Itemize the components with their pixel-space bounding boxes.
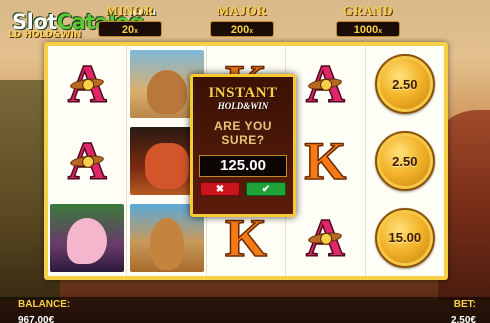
reel-cell: 2.50 [366, 46, 444, 123]
game-logo-sub: LD HOLD&WIN [8, 30, 82, 40]
bottom-bar: BALANCE: 967.00€ BET: 2.50€ [0, 297, 490, 323]
balance-display: BALANCE: 967.00€ [18, 299, 70, 323]
coin-value: 2.50 [392, 76, 418, 92]
jackpot-major-value: 200x [210, 21, 274, 37]
lizard-figure [144, 143, 189, 189]
cancel-button[interactable]: ✖ [200, 182, 240, 196]
balance-label: BALANCE: [18, 299, 71, 310]
jackpot-grand: GRAND 1000x [333, 3, 403, 41]
reel-5: 2.50 2.50 15.00 [366, 46, 444, 276]
instant-hold-win-dialog: INSTANT HOLD&WIN ARE YOU SURE? 125.00 ✖ … [190, 74, 296, 217]
symbol-cockatoo-icon [50, 203, 125, 272]
coin-symbol: 2.50 [374, 131, 435, 191]
jackpot-major-label: MAJOR [216, 3, 268, 18]
reel-1: AA [48, 46, 128, 276]
check-icon: ✔ [261, 184, 271, 195]
jackpot-major: MAJOR 200x [207, 3, 277, 41]
dialog-amount: 125.00 [199, 155, 287, 177]
dialog-question-line2: SURE? [221, 133, 265, 147]
reel-cell: A [286, 46, 364, 123]
dialog-subtitle: HOLD&WIN [217, 101, 269, 111]
reel-cell: K [286, 123, 364, 200]
bet-display: BET: 2.50€ [451, 299, 476, 323]
cockatoo-figure [67, 217, 108, 264]
dialog-title: INSTANT [208, 85, 278, 101]
jackpot-grand-label: GRAND [342, 3, 394, 18]
symbol-k: K [304, 131, 348, 191]
kangaroo-figure [149, 217, 184, 270]
dialog-buttons: ✖ ✔ [193, 182, 293, 196]
confirm-button[interactable]: ✔ [246, 182, 286, 196]
top-bar: SlotCatalog .com LD HOLD&WIN MINOR 20x M… [0, 0, 490, 42]
symbol-k: K [224, 207, 268, 268]
reel-cell: A [48, 46, 126, 123]
reel-cell: 15.00 [366, 199, 444, 276]
dialog-question-line1: ARE YOU [214, 119, 272, 133]
balance-value: 967.00€ [18, 315, 55, 323]
bet-label: BET: [453, 299, 476, 310]
jackpot-minor-value: 20x [98, 21, 162, 37]
camel-figure [146, 70, 187, 115]
dialog-question: ARE YOU SURE? [193, 119, 293, 147]
reel-cell: 2.50 [366, 123, 444, 200]
reel-cell [48, 199, 126, 276]
coin-value: 15.00 [388, 230, 422, 246]
jackpot-grand-value: 1000x [336, 21, 400, 37]
jackpot-minor: MINOR 20x [95, 3, 165, 41]
coin-symbol: 15.00 [374, 207, 435, 268]
coin-value: 2.50 [392, 153, 418, 169]
reel-cell: A [286, 199, 364, 276]
reel-cell: A [48, 123, 126, 200]
close-icon: ✖ [215, 184, 225, 195]
bet-value: 2.50€ [450, 315, 476, 323]
jackpot-minor-label: MINOR [105, 3, 155, 18]
coin-symbol: 2.50 [374, 54, 435, 115]
reel-4: AKA [286, 46, 366, 276]
